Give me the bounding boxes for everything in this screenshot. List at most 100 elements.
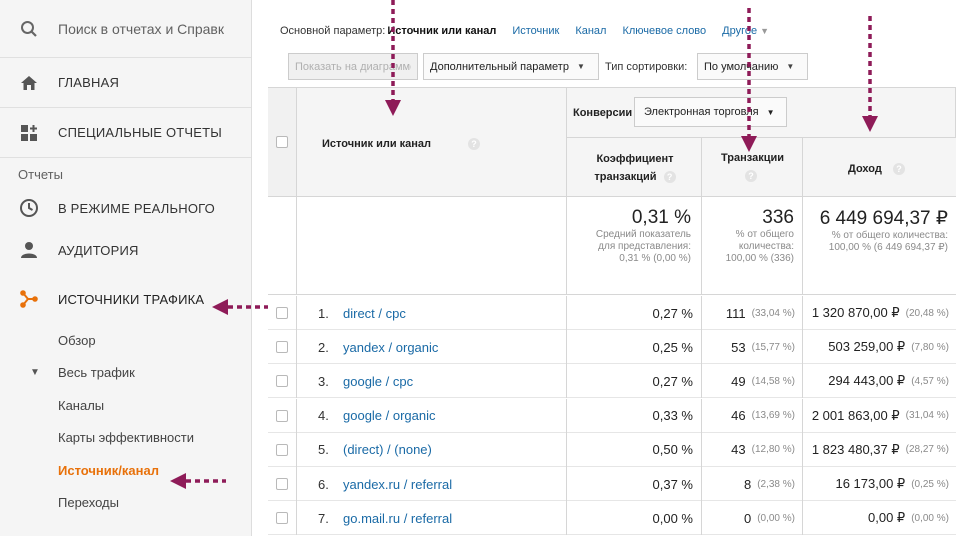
dim-link-keyword[interactable]: Ключевое слово	[622, 25, 706, 37]
row-checkbox[interactable]	[276, 409, 288, 422]
row-conv-rate: 0,27 %	[652, 305, 693, 321]
row-conv-rate: 0,37 %	[652, 476, 693, 492]
total-revenue-note-1: % от общего количества:	[831, 230, 948, 241]
nav-traffic-sources-label: ИСТОЧНИКИ ТРАФИКА	[58, 291, 205, 307]
row-transactions-value: 43	[731, 442, 746, 458]
row-transactions-value: 111	[725, 305, 746, 321]
nav-home[interactable]: ГЛАВНАЯ	[0, 58, 251, 108]
person-icon	[0, 241, 58, 259]
help-icon[interactable]: ?	[745, 170, 757, 182]
dimension-header[interactable]: Источник или канал ?	[297, 88, 567, 197]
table-row[interactable]: 7. go.mail.ru / referral 0,00 % 0 (0,00 %) 0,…	[268, 501, 956, 536]
row-revenue: 294 443,00 ₽ (4,57 %)	[803, 364, 949, 398]
row-checkbox[interactable]	[276, 307, 288, 319]
row-revenue: 16 173,00 ₽ (0,25 %)	[803, 467, 949, 501]
row-revenue: 1 823 480,37 ₽ (28,27 %)	[803, 433, 949, 467]
search-icon	[0, 20, 58, 38]
clock-icon	[0, 198, 58, 218]
help-icon[interactable]: ?	[663, 171, 676, 184]
row-revenue-pct: (31,04 %)	[905, 410, 949, 422]
row-revenue: 503 259,00 ₽ (7,80 %)	[803, 330, 949, 364]
col-conv-rate-header[interactable]: Коэффициент транзакций ?	[567, 138, 702, 197]
chevron-down-icon: ▼	[760, 26, 770, 36]
table-row[interactable]: 4. google / organic 0,33 % 46 (13,69 %) 2 001…	[268, 398, 956, 433]
dim-link-medium[interactable]: Канал	[575, 25, 606, 37]
report-table: Источник или канал ? Конверсии Электронн…	[268, 87, 956, 536]
total-conv-rate-value: 0,31 %	[631, 207, 691, 228]
row-source-link[interactable]: go.mail.ru / referral	[343, 501, 452, 535]
row-source-link[interactable]: google / cpc	[343, 364, 413, 398]
dashboard-add-icon	[0, 124, 58, 142]
table-row[interactable]: 3. google / cpc 0,27 % 49 (14,58 %) 294 443,0…	[268, 364, 956, 399]
row-checkbox[interactable]	[276, 341, 288, 354]
row-checkbox[interactable]	[276, 375, 288, 388]
total-transactions-note-1: % от общего	[735, 229, 794, 240]
row-checkbox[interactable]	[276, 512, 288, 525]
row-source-link[interactable]: direct / cpc	[343, 296, 406, 330]
total-revenue-value: 6 449 694,37 ₽	[819, 208, 948, 229]
row-transactions-value: 49	[731, 373, 746, 389]
row-revenue-value: 16 173,00 ₽	[835, 476, 906, 491]
dim-link-source[interactable]: Источник	[512, 25, 559, 37]
nav-all-traffic[interactable]: ▼ Весь трафик	[0, 357, 251, 390]
nav-overview[interactable]: Обзор	[0, 324, 251, 357]
row-number: 1.	[318, 305, 329, 321]
row-transactions-pct: (33,04 %)	[751, 307, 795, 319]
row-checkbox[interactable]	[276, 478, 288, 490]
nav-treemaps[interactable]: Карты эффективности	[0, 422, 251, 455]
row-revenue-value: 1 823 480,37 ₽	[811, 441, 900, 457]
row-source-link[interactable]: google / organic	[343, 399, 436, 433]
row-revenue-pct: (28,27 %)	[905, 444, 949, 456]
table-row[interactable]: 5. (direct) / (none) 0,50 % 43 (12,80 %) 1 82…	[268, 432, 956, 467]
nav-custom-reports[interactable]: СПЕЦИАЛЬНЫЕ ОТЧЕТЫ	[0, 108, 251, 158]
help-icon[interactable]: ?	[468, 138, 480, 150]
row-number: 6.	[318, 476, 329, 492]
row-checkbox[interactable]	[276, 443, 288, 456]
search-input[interactable]: Поиск в отчетах и Справк	[58, 21, 224, 37]
col-revenue-label: Доход	[848, 163, 882, 175]
annotation-arrow-down-icon	[385, 0, 401, 116]
row-source-link[interactable]: yandex.ru / referral	[343, 467, 452, 501]
row-transactions: 43 (12,80 %)	[702, 433, 795, 467]
table-row[interactable]: 6. yandex.ru / referral 0,37 % 8 (2,38 %) 16 …	[268, 467, 956, 501]
row-transactions-pct: (15,77 %)	[751, 341, 795, 353]
help-icon[interactable]: ?	[893, 163, 905, 175]
row-revenue-pct: (0,00 %)	[911, 512, 949, 524]
table-row[interactable]: 2. yandex / organic 0,25 % 53 (15,77 %) 503 2…	[268, 330, 956, 365]
chevron-down-icon: ▼	[786, 62, 795, 71]
primary-dimension-bar: Основной параметр: Источник или канал Ис…	[280, 25, 785, 37]
search-bar[interactable]: Поиск в отчетах и Справк	[0, 0, 251, 58]
annotation-arrow-left-icon	[212, 299, 268, 315]
row-transactions: 46 (13,69 %)	[702, 399, 795, 433]
sidebar: Поиск в отчетах и Справк ГЛАВНАЯ СПЕЦИАЛ…	[0, 0, 252, 536]
nav-referrals[interactable]: Переходы	[0, 487, 251, 520]
row-number: 3.	[318, 373, 329, 389]
conversions-select[interactable]: Электронная торговля ▼	[634, 97, 787, 127]
total-revenue-note-2: 100,00 % (6 449 694,37 ₽)	[828, 242, 948, 253]
row-transactions-value: 53	[731, 339, 746, 355]
dimension-header-label: Источник или канал	[322, 138, 432, 150]
nav-realtime-label: В РЕЖИМЕ РЕАЛЬНОГО	[58, 200, 215, 216]
row-transactions: 49 (14,58 %)	[702, 364, 795, 398]
traffic-sources-icon	[0, 289, 58, 309]
nav-audience[interactable]: АУДИТОРИЯ	[0, 226, 251, 274]
nav-audience-label: АУДИТОРИЯ	[58, 242, 139, 258]
table-row[interactable]: 1. direct / cpc 0,27 % 111 (33,04 %) 1 320 87…	[268, 296, 956, 330]
row-transactions: 8 (2,38 %)	[702, 467, 795, 501]
nav-realtime[interactable]: В РЕЖИМЕ РЕАЛЬНОГО	[0, 190, 251, 226]
row-source-link[interactable]: yandex / organic	[343, 330, 438, 364]
row-transactions: 0 (0,00 %)	[702, 501, 795, 535]
select-all-checkbox[interactable]	[276, 136, 288, 148]
nav-all-traffic-label: Весь трафик	[58, 365, 135, 381]
home-icon	[0, 75, 58, 91]
annotation-arrow-left-icon	[170, 473, 226, 489]
primary-dimension-label: Основной параметр:	[280, 25, 386, 37]
row-revenue: 0,00 ₽ (0,00 %)	[803, 501, 949, 535]
caret-down-icon: ▼	[30, 367, 40, 379]
secondary-dimension-select[interactable]: Дополнительный параметр ▼	[423, 53, 599, 80]
row-conv-rate: 0,25 %	[652, 339, 693, 355]
nav-channels[interactable]: Каналы	[0, 389, 251, 422]
row-source-link[interactable]: (direct) / (none)	[343, 433, 432, 467]
col-revenue-header[interactable]: Доход ?	[803, 138, 956, 197]
total-revenue: 6 449 694,37 ₽ % от общего количества: 1…	[803, 207, 948, 254]
